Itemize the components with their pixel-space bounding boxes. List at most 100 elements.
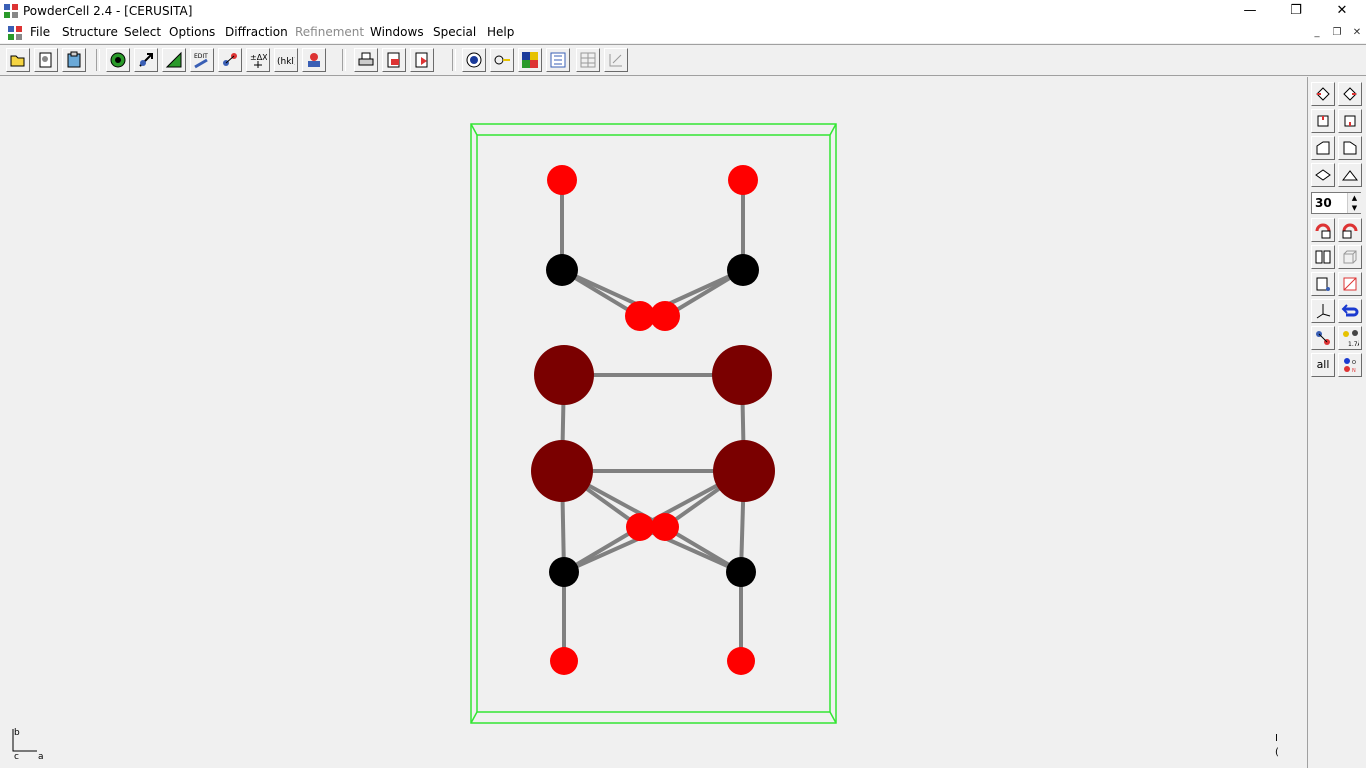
pattern-button[interactable] [546,48,570,72]
restore-button[interactable]: ❐ [1273,0,1319,22]
distance-button[interactable]: 1.7Å [1338,326,1362,350]
lead-atom[interactable] [531,440,593,502]
magnet-reverse-button[interactable] [1338,218,1362,242]
lead-atom[interactable] [534,345,594,405]
spinner-up-button[interactable]: ▲ [1347,193,1361,203]
menu-refinement[interactable]: Refinement [295,25,364,39]
diffraction-ring-icon [110,52,126,68]
lead-atom[interactable] [713,440,775,502]
bond-button[interactable] [1311,326,1335,350]
axis-label-c: c [14,752,19,762]
mdi-minimize-button[interactable]: _ [1310,26,1324,40]
svg-text:(hkl): (hkl) [277,57,295,67]
select-tool-button[interactable] [134,48,158,72]
status-glyph: ( [1275,747,1279,758]
window-title: PowderCell 2.4 - [CERUSITA] [23,4,193,18]
menu-special[interactable]: Special [433,25,476,39]
print-preview-button[interactable] [382,48,406,72]
rotate-z-plus-button[interactable] [1311,136,1335,160]
scale-button[interactable] [302,48,326,72]
cell-button[interactable] [1311,272,1335,296]
hkl-icon: (hkl) [277,57,295,67]
atom-move-button[interactable] [218,48,242,72]
rotate-x-plus-icon [1316,87,1330,101]
cube-outline-button[interactable] [1338,245,1362,269]
app-icon[interactable] [3,3,19,19]
lattice-icon [494,55,510,65]
oxygen-atom[interactable] [626,513,654,541]
cell-corner-edge [470,711,478,724]
oxygen-atom[interactable] [650,301,680,331]
oxygen-atom[interactable] [651,513,679,541]
all-label: all [1316,358,1330,371]
sphere-view-button[interactable] [462,48,486,72]
structure-view[interactable]: b c a I ( [0,77,1307,768]
oxygen-atom[interactable] [547,165,577,195]
rotate-x-plus-button[interactable] [1311,82,1335,106]
menu-select[interactable]: Select [124,25,161,39]
rotate-z-minus-button[interactable] [1338,136,1362,160]
menu-structure[interactable]: Structure [62,25,118,39]
cell-corner-edge [829,123,837,136]
magnet-button[interactable] [1311,218,1335,242]
export-button[interactable] [410,48,434,72]
rotate-y-minus-button[interactable] [1338,109,1362,133]
oxygen-atom[interactable] [728,165,758,195]
lead-atom[interactable] [712,345,772,405]
lattice-button[interactable] [490,48,514,72]
close-button[interactable]: ✕ [1319,0,1365,22]
svg-text:O: O [1352,360,1356,366]
rotate-y-plus-button[interactable] [1311,109,1335,133]
volume-button[interactable] [162,48,186,72]
structure-info-button[interactable] [604,48,628,72]
mdi-close-button[interactable]: ✕ [1350,26,1364,40]
select-all-button[interactable]: all [1311,353,1335,377]
menu-file[interactable]: File [30,25,50,39]
mdi-restore-button[interactable]: ❐ [1330,26,1344,40]
svg-text:1.7Å: 1.7Å [1348,341,1359,347]
carbon-atom[interactable] [727,254,759,286]
hkl-button[interactable]: (hkl) [274,48,298,72]
rotate-x-minus-button[interactable] [1338,82,1362,106]
toolbar-separator [452,49,456,71]
transform-button[interactable]: ±ΔX [246,48,270,72]
clipboard-button[interactable] [62,48,86,72]
open-button[interactable] [6,48,30,72]
cell-disabled-icon [1343,277,1357,291]
rotate-y-minus-icon [1344,115,1356,127]
axis-label-a: a [38,752,44,762]
color-button[interactable] [518,48,542,72]
carbon-atom[interactable] [549,557,579,587]
axes-button[interactable] [1311,299,1335,323]
book-button[interactable] [1311,245,1335,269]
menu-options[interactable]: Options [169,25,215,39]
rotate-y-plus-icon [1317,115,1329,127]
cell-disabled-button[interactable] [1338,272,1362,296]
distance-icon: 1.7Å [1343,330,1359,347]
table-button[interactable] [576,48,600,72]
diffraction-ring-button[interactable] [106,48,130,72]
carbon-atom[interactable] [546,254,578,286]
labels-button[interactable]: ON [1338,353,1362,377]
atom-move-icon [223,53,237,66]
mdi-child-icon[interactable] [7,25,23,41]
crystal-structure-drawing[interactable] [0,77,1307,768]
oxygen-atom[interactable] [550,647,578,675]
table-icon [580,52,596,68]
view-down-button[interactable] [1311,163,1335,187]
carbon-atom[interactable] [726,557,756,587]
oxygen-atom[interactable] [727,647,755,675]
load-structure-button[interactable] [34,48,58,72]
spinner-down-button[interactable]: ▼ [1347,203,1361,213]
view-up-button[interactable] [1338,163,1362,187]
rotation-step-spinner[interactable]: 30 ▲ ▼ [1311,192,1361,214]
cell-outer-edge [470,123,837,724]
menu-diffraction[interactable]: Diffraction [225,25,288,39]
minimize-button[interactable]: — [1227,0,1273,22]
menu-help[interactable]: Help [487,25,514,39]
undo-rotate-button[interactable] [1338,299,1362,323]
print-button[interactable] [354,48,378,72]
edit-button[interactable]: EDIT [190,48,214,72]
menu-windows[interactable]: Windows [370,25,424,39]
axes-icon [1316,304,1331,319]
